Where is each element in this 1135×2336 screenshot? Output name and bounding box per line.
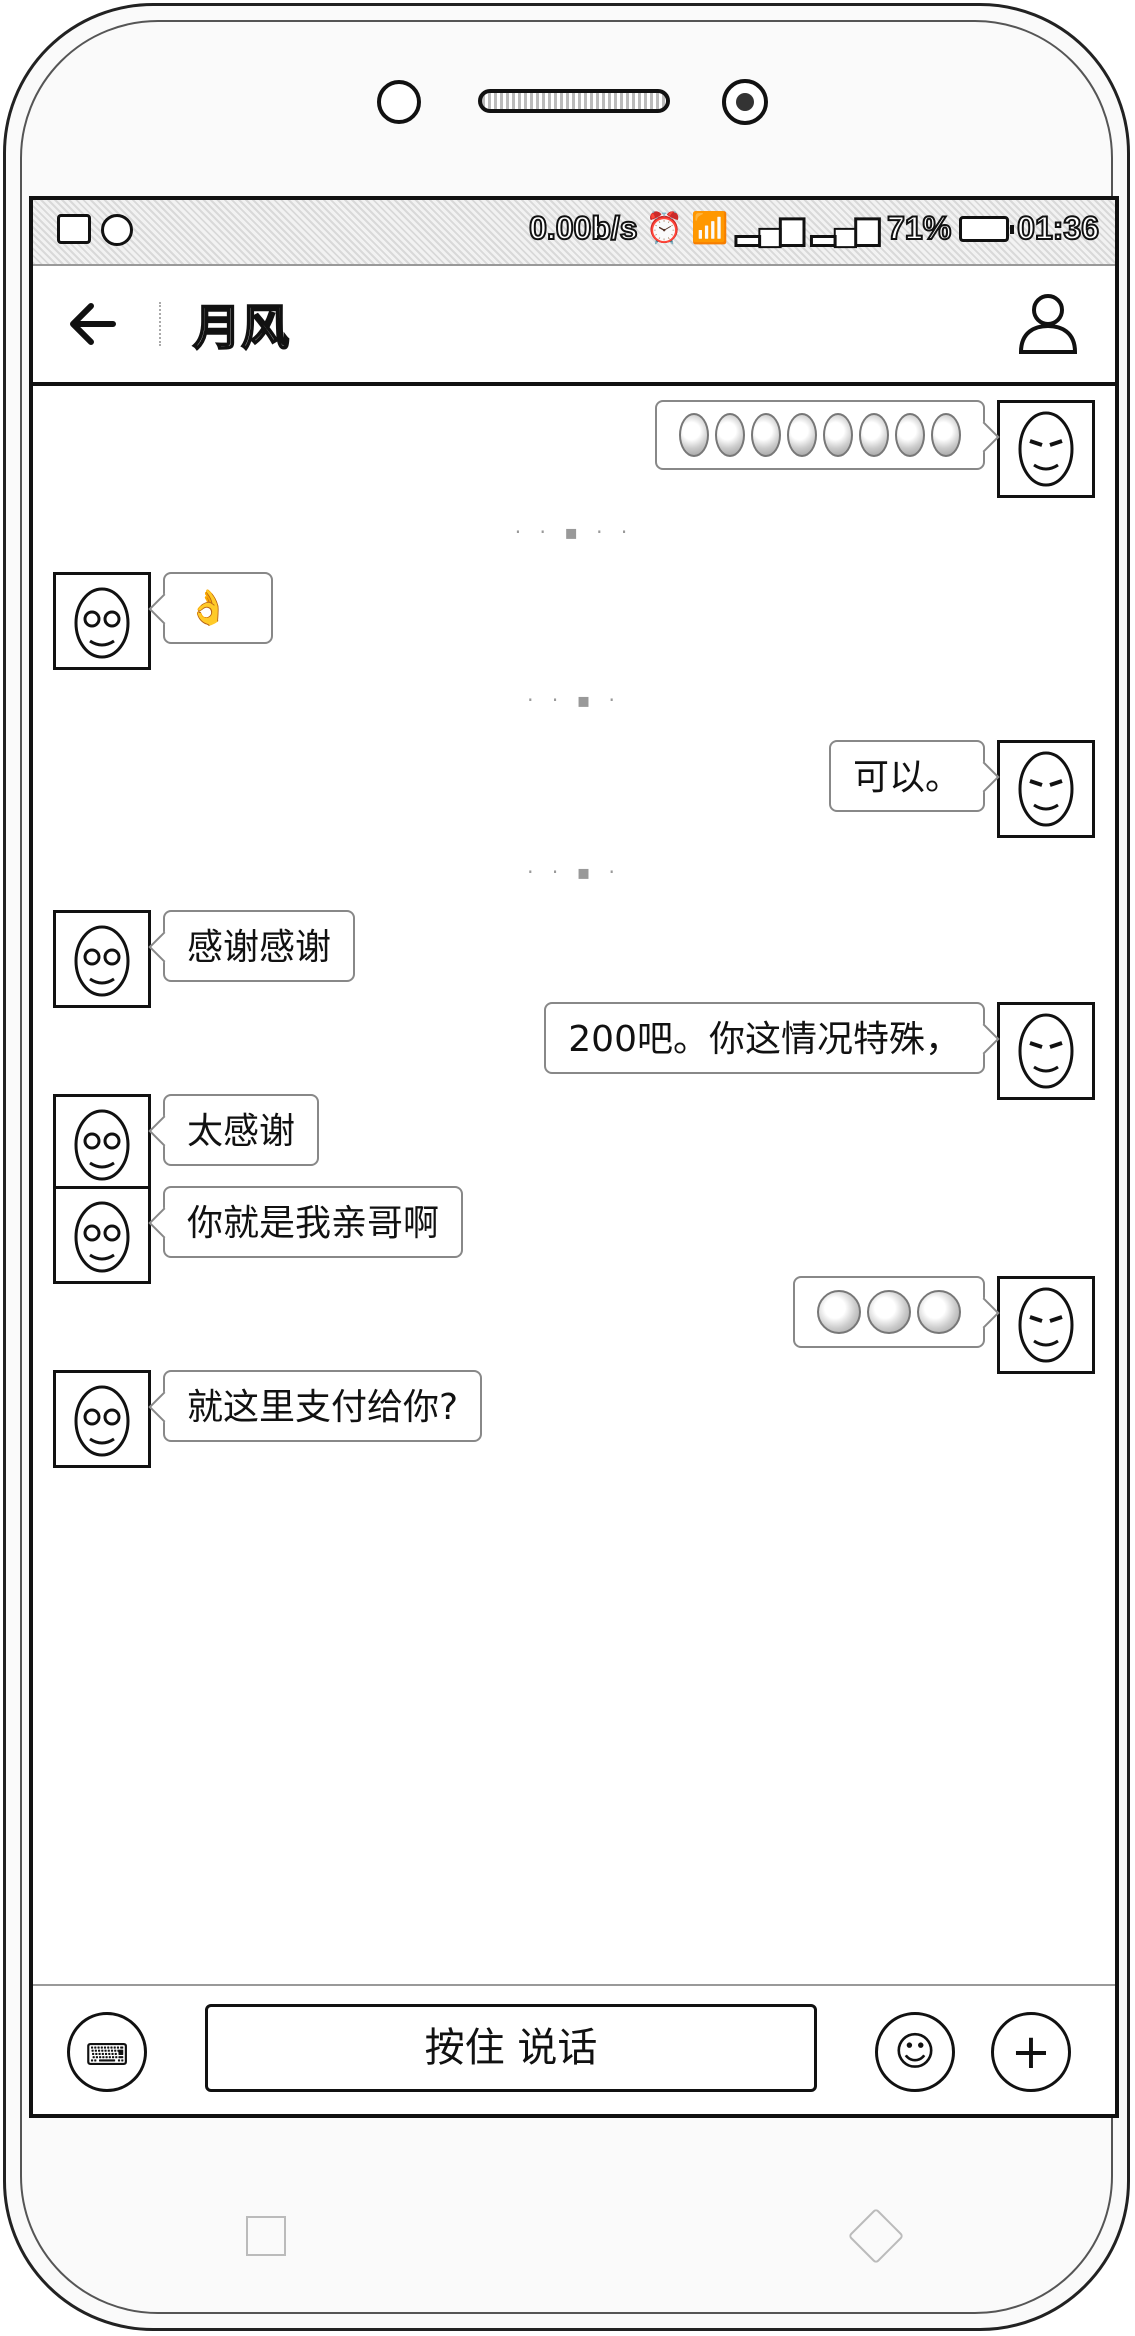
person-icon — [1018, 294, 1078, 354]
my-avatar[interactable] — [997, 1002, 1095, 1100]
alarm-icon: ⏰ — [645, 211, 684, 246]
chat-header: 月风 — [33, 266, 1115, 386]
timestamp: · · ▪ · · — [514, 520, 634, 544]
screen: 0.00b/s ⏰ 📶 ▂▄▆ ▂▄▆ 71% 01:36 月风 · · ▪ ·… — [29, 196, 1119, 2118]
recents-key[interactable] — [246, 2216, 286, 2256]
emoji-icon — [715, 413, 745, 457]
emoji-icon — [895, 413, 925, 457]
clock: 01:36 — [1016, 209, 1100, 247]
keyboard-icon: ⌨ — [85, 2038, 129, 2073]
phone-chin — [6, 2136, 1127, 2326]
emoji-icon — [917, 1290, 961, 1334]
keyboard-toggle-button[interactable]: ⌨ — [67, 2012, 147, 2092]
message-bubble[interactable]: 👌 — [163, 572, 273, 644]
arrow-left-icon — [70, 303, 116, 345]
timestamp: · · ▪ · — [527, 688, 621, 712]
emoji-icon — [751, 413, 781, 457]
network-speed: 0.00b/s — [528, 209, 639, 247]
message-text: 太感谢 — [187, 1111, 296, 1152]
chat-title: 月风 — [192, 299, 290, 357]
timestamp: · · ▪ · — [527, 860, 621, 884]
battery-percent: 71% — [886, 209, 952, 247]
message-list[interactable]: · · ▪ · · 👌 · · ▪ · 可以。 · · ▪ · 感谢感谢 200… — [33, 386, 1115, 1986]
emoji-button[interactable]: ☺ — [875, 2012, 955, 2092]
message-bubble[interactable]: 太感谢 — [163, 1094, 320, 1166]
message-bubble[interactable] — [793, 1276, 985, 1348]
contact-avatar[interactable] — [53, 1094, 151, 1192]
my-avatar[interactable] — [997, 740, 1095, 838]
message-bubble[interactable] — [655, 400, 985, 470]
contact-avatar[interactable] — [53, 572, 151, 670]
plus-icon: + — [1010, 2024, 1052, 2080]
message-bubble[interactable]: 可以。 — [828, 740, 985, 812]
signal-icon: ▂▄▆ — [735, 211, 804, 246]
emoji-icon — [859, 413, 889, 457]
message-text: 就这里支付给你? — [187, 1387, 459, 1428]
image-notification-icon — [57, 214, 91, 244]
message-text: 200吧。你这情况特殊， — [568, 1019, 961, 1060]
my-avatar[interactable] — [997, 1276, 1095, 1374]
message-text: 感谢感谢 — [187, 927, 332, 968]
emoji-icon — [679, 413, 709, 457]
input-bar: ⌨ 按住 说话 ☺ + — [33, 1984, 1115, 2114]
message-bubble[interactable]: 就这里支付给你? — [163, 1370, 483, 1442]
more-button[interactable]: + — [991, 2012, 1071, 2092]
smiley-icon: ☺ — [894, 2029, 936, 2075]
battery-icon — [959, 215, 1015, 242]
profile-button[interactable] — [1015, 290, 1081, 356]
header-divider — [159, 302, 161, 346]
front-camera — [377, 80, 421, 124]
earpiece-speaker — [478, 89, 670, 113]
wifi-icon: 📶 — [690, 211, 729, 246]
emoji-icon — [817, 1290, 861, 1334]
signal-icon-2: ▂▄▆ — [811, 211, 880, 246]
emoji-icon — [931, 413, 961, 457]
phone-frame: 0.00b/s ⏰ 📶 ▂▄▆ ▂▄▆ 71% 01:36 月风 · · ▪ ·… — [3, 3, 1130, 2331]
proximity-sensor — [722, 79, 768, 125]
contact-avatar[interactable] — [53, 1186, 151, 1284]
emoji-icon — [787, 413, 817, 457]
contact-avatar[interactable] — [53, 910, 151, 1008]
back-key[interactable] — [847, 2207, 905, 2265]
message-text: 你就是我亲哥啊 — [187, 1203, 440, 1244]
message-text: 可以。 — [852, 757, 961, 798]
emoji-icon — [823, 413, 853, 457]
message-bubble[interactable]: 200吧。你这情况特殊， — [544, 1002, 985, 1074]
message-bubble[interactable]: 感谢感谢 — [163, 910, 356, 982]
hold-to-talk-button[interactable]: 按住 说话 — [205, 2004, 817, 2092]
hand-emoji-icon: 👌 — [187, 588, 230, 628]
my-avatar[interactable] — [997, 400, 1095, 498]
back-button[interactable] — [63, 294, 123, 354]
notification-icon — [101, 214, 133, 246]
contact-avatar[interactable] — [53, 1370, 151, 1468]
message-bubble[interactable]: 你就是我亲哥啊 — [163, 1186, 464, 1258]
status-bar: 0.00b/s ⏰ 📶 ▂▄▆ ▂▄▆ 71% 01:36 — [33, 200, 1115, 266]
emoji-icon — [867, 1290, 911, 1334]
